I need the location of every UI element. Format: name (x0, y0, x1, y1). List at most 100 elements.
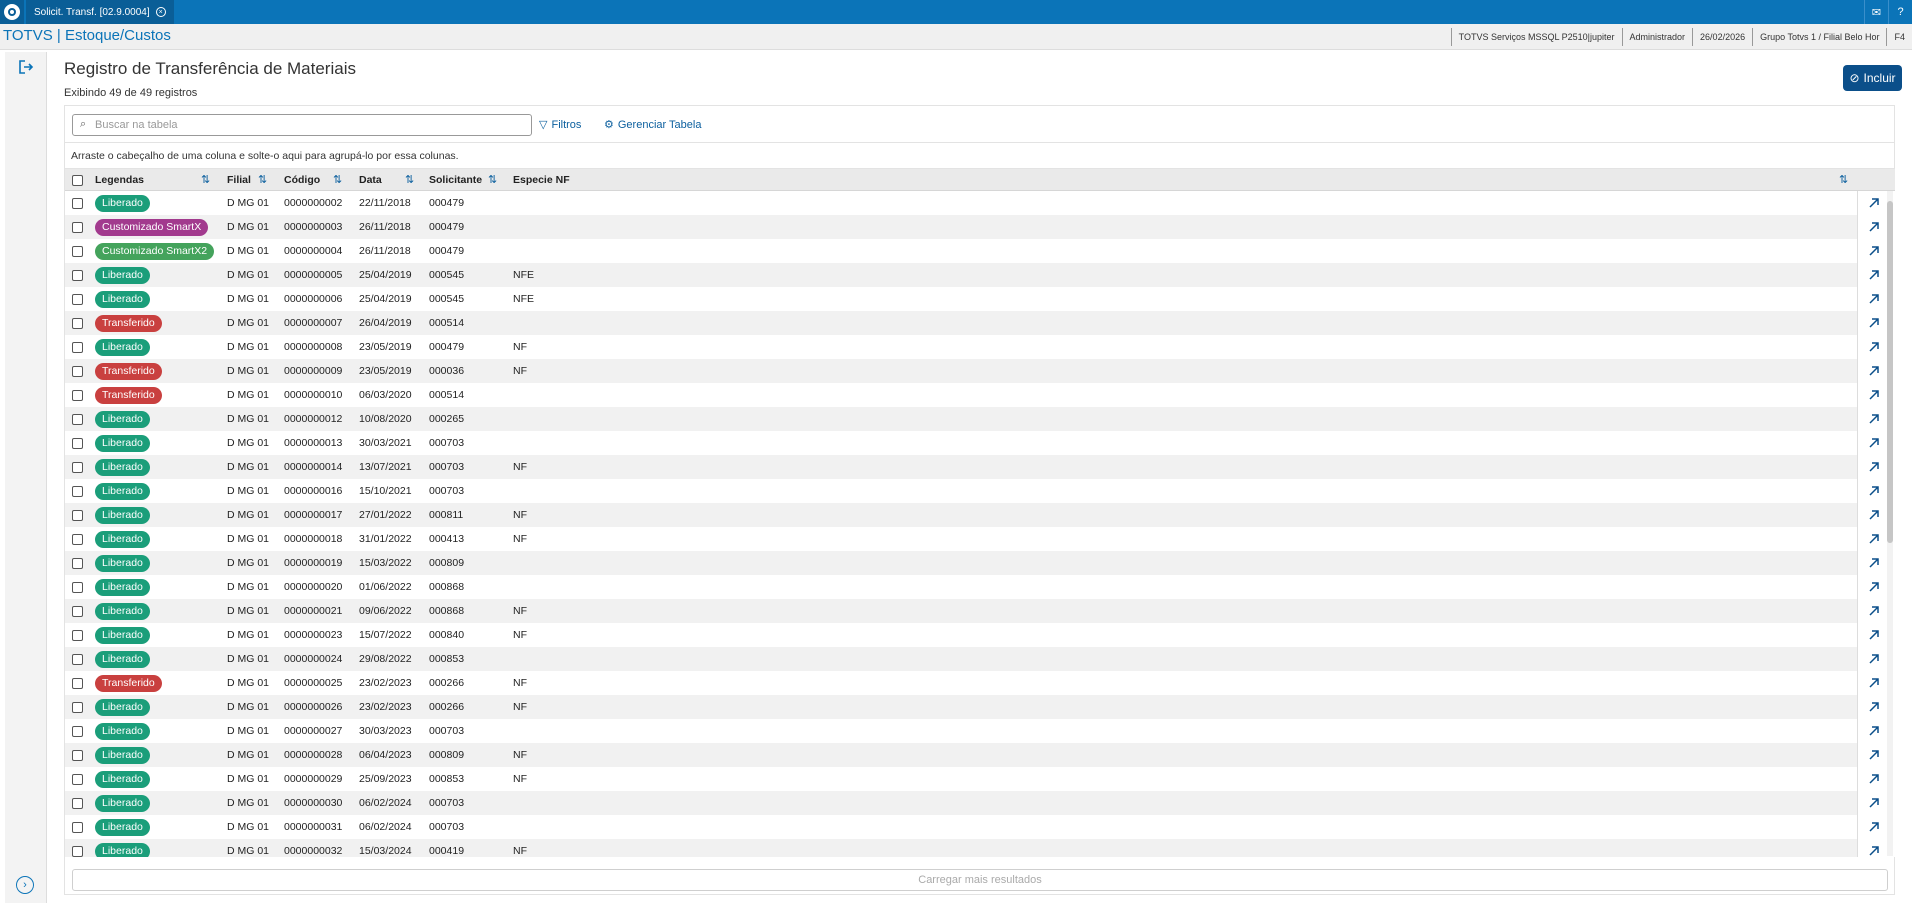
table-row[interactable]: Liberado D MG 01 0000000023 15/07/2022 00084… (65, 623, 1857, 647)
user-info[interactable]: Administrador (1621, 28, 1693, 46)
open-record-icon[interactable] (1866, 507, 1882, 523)
environment-info[interactable]: TOTVS Serviços MSSQL P2510|jupiter (1450, 28, 1622, 46)
row-checkbox[interactable] (72, 485, 83, 497)
table-row[interactable]: Transferido D MG 01 0000000009 23/05/2019 00… (65, 359, 1857, 383)
row-checkbox[interactable] (72, 581, 83, 593)
row-checkbox[interactable] (72, 197, 83, 209)
sort-icon[interactable]: ⇅ (1839, 173, 1848, 186)
table-row[interactable]: Liberado D MG 01 0000000021 09/06/2022 00086… (65, 599, 1857, 623)
table-row[interactable]: Liberado D MG 01 0000000026 23/02/2023 00026… (65, 695, 1857, 719)
table-row[interactable]: Liberado D MG 01 0000000012 10/08/2020 00026… (65, 407, 1857, 431)
row-checkbox[interactable] (72, 533, 83, 545)
row-checkbox[interactable] (72, 365, 83, 377)
row-checkbox[interactable] (72, 821, 83, 833)
open-record-icon[interactable] (1866, 771, 1882, 787)
open-record-icon[interactable] (1866, 723, 1882, 739)
open-record-icon[interactable] (1866, 699, 1882, 715)
expand-menu-icon[interactable]: › (16, 876, 34, 894)
open-record-icon[interactable] (1866, 315, 1882, 331)
filters-button[interactable]: ▽ Filtros (539, 118, 581, 132)
table-row[interactable]: Liberado D MG 01 0000000019 15/03/2022 00080… (65, 551, 1857, 575)
table-row[interactable]: Liberado D MG 01 0000000013 30/03/2021 00070… (65, 431, 1857, 455)
col-solicitante[interactable]: Solicitante (429, 169, 482, 191)
search-input[interactable] (95, 116, 525, 134)
row-checkbox[interactable] (72, 749, 83, 761)
open-record-icon[interactable] (1866, 675, 1882, 691)
open-record-icon[interactable] (1866, 483, 1882, 499)
col-filial[interactable]: Filial (227, 169, 251, 191)
table-row[interactable]: Liberado D MG 01 0000000002 22/11/2018 00047… (65, 191, 1857, 215)
row-checkbox[interactable] (72, 245, 83, 257)
row-checkbox[interactable] (72, 509, 83, 521)
table-row[interactable]: Liberado D MG 01 0000000006 25/04/2019 00054… (65, 287, 1857, 311)
table-row[interactable]: Liberado D MG 01 0000000018 31/01/2022 00041… (65, 527, 1857, 551)
table-row[interactable]: Liberado D MG 01 0000000024 29/08/2022 00085… (65, 647, 1857, 671)
row-checkbox[interactable] (72, 605, 83, 617)
open-record-icon[interactable] (1866, 531, 1882, 547)
row-checkbox[interactable] (72, 653, 83, 665)
table-row[interactable]: Liberado D MG 01 0000000031 06/02/2024 00070… (65, 815, 1857, 839)
table-row[interactable]: Liberado D MG 01 0000000029 25/09/2023 00085… (65, 767, 1857, 791)
col-codigo[interactable]: Código (284, 169, 320, 191)
sort-icon[interactable]: ⇅ (258, 173, 267, 186)
table-row[interactable]: Transferido D MG 01 0000000007 26/04/2019 00… (65, 311, 1857, 335)
table-row[interactable]: Transferido D MG 01 0000000010 06/03/2020 00… (65, 383, 1857, 407)
sort-icon[interactable]: ⇅ (488, 173, 497, 186)
open-record-icon[interactable] (1866, 291, 1882, 307)
open-record-icon[interactable] (1866, 411, 1882, 427)
row-checkbox[interactable] (72, 461, 83, 473)
sort-icon[interactable]: ⇅ (405, 173, 414, 186)
row-checkbox[interactable] (72, 269, 83, 281)
row-checkbox[interactable] (72, 773, 83, 785)
row-checkbox[interactable] (72, 701, 83, 713)
col-data[interactable]: Data (359, 169, 382, 191)
open-record-icon[interactable] (1866, 627, 1882, 643)
open-record-icon[interactable] (1866, 195, 1882, 211)
table-row[interactable]: Customizado SmartX D MG 01 0000000003 26/11… (65, 215, 1857, 239)
open-record-icon[interactable] (1866, 795, 1882, 811)
row-checkbox[interactable] (72, 437, 83, 449)
open-record-icon[interactable] (1866, 243, 1882, 259)
branch-info[interactable]: Grupo Totvs 1 / Filial Belo Hor (1752, 28, 1886, 46)
table-row[interactable]: Liberado D MG 01 0000000030 06/02/2024 00070… (65, 791, 1857, 815)
select-all-checkbox[interactable] (72, 174, 83, 186)
window-tab[interactable]: Solicit. Transf. [02.9.0004] × (26, 0, 174, 24)
open-record-icon[interactable] (1866, 651, 1882, 667)
open-record-icon[interactable] (1866, 603, 1882, 619)
table-row[interactable]: Liberado D MG 01 0000000016 15/10/2021 00070… (65, 479, 1857, 503)
manage-table-button[interactable]: ⚙ Gerenciar Tabela (604, 118, 701, 132)
search-box[interactable]: ⌕ (72, 114, 532, 136)
open-record-icon[interactable] (1866, 555, 1882, 571)
sort-icon[interactable]: ⇅ (333, 173, 342, 186)
table-row[interactable]: Liberado D MG 01 0000000032 15/03/2024 00041… (65, 839, 1857, 857)
open-record-icon[interactable] (1866, 747, 1882, 763)
table-row[interactable]: Liberado D MG 01 0000000027 30/03/2023 00070… (65, 719, 1857, 743)
table-row[interactable]: Transferido D MG 01 0000000025 23/02/2023 00… (65, 671, 1857, 695)
row-checkbox[interactable] (72, 389, 83, 401)
app-logo-icon[interactable] (0, 0, 24, 24)
help-icon[interactable]: ? (1888, 0, 1912, 24)
group-drop-zone[interactable]: Arraste o cabeçalho de uma coluna e solt… (65, 143, 1894, 169)
mail-icon[interactable]: ✉ (1864, 0, 1888, 24)
exit-icon[interactable] (18, 60, 36, 76)
f4-shortcut[interactable]: F4 (1886, 28, 1912, 46)
date-info[interactable]: 26/02/2026 (1692, 28, 1752, 46)
open-record-icon[interactable] (1866, 459, 1882, 475)
open-record-icon[interactable] (1866, 363, 1882, 379)
table-row[interactable]: Liberado D MG 01 0000000014 13/07/2021 00070… (65, 455, 1857, 479)
open-record-icon[interactable] (1866, 435, 1882, 451)
row-checkbox[interactable] (72, 221, 83, 233)
include-button[interactable]: ⊘ Incluir (1843, 65, 1902, 91)
row-checkbox[interactable] (72, 845, 83, 857)
close-tab-icon[interactable]: × (155, 7, 166, 17)
open-record-icon[interactable] (1866, 843, 1882, 857)
col-legendas[interactable]: Legendas (95, 169, 144, 191)
row-checkbox[interactable] (72, 341, 83, 353)
table-row[interactable]: Liberado D MG 01 0000000008 23/05/2019 00047… (65, 335, 1857, 359)
open-record-icon[interactable] (1866, 579, 1882, 595)
table-row[interactable]: Liberado D MG 01 0000000017 27/01/2022 00081… (65, 503, 1857, 527)
row-checkbox[interactable] (72, 797, 83, 809)
row-checkbox[interactable] (72, 629, 83, 641)
scrollbar-thumb[interactable] (1887, 201, 1893, 543)
open-record-icon[interactable] (1866, 339, 1882, 355)
